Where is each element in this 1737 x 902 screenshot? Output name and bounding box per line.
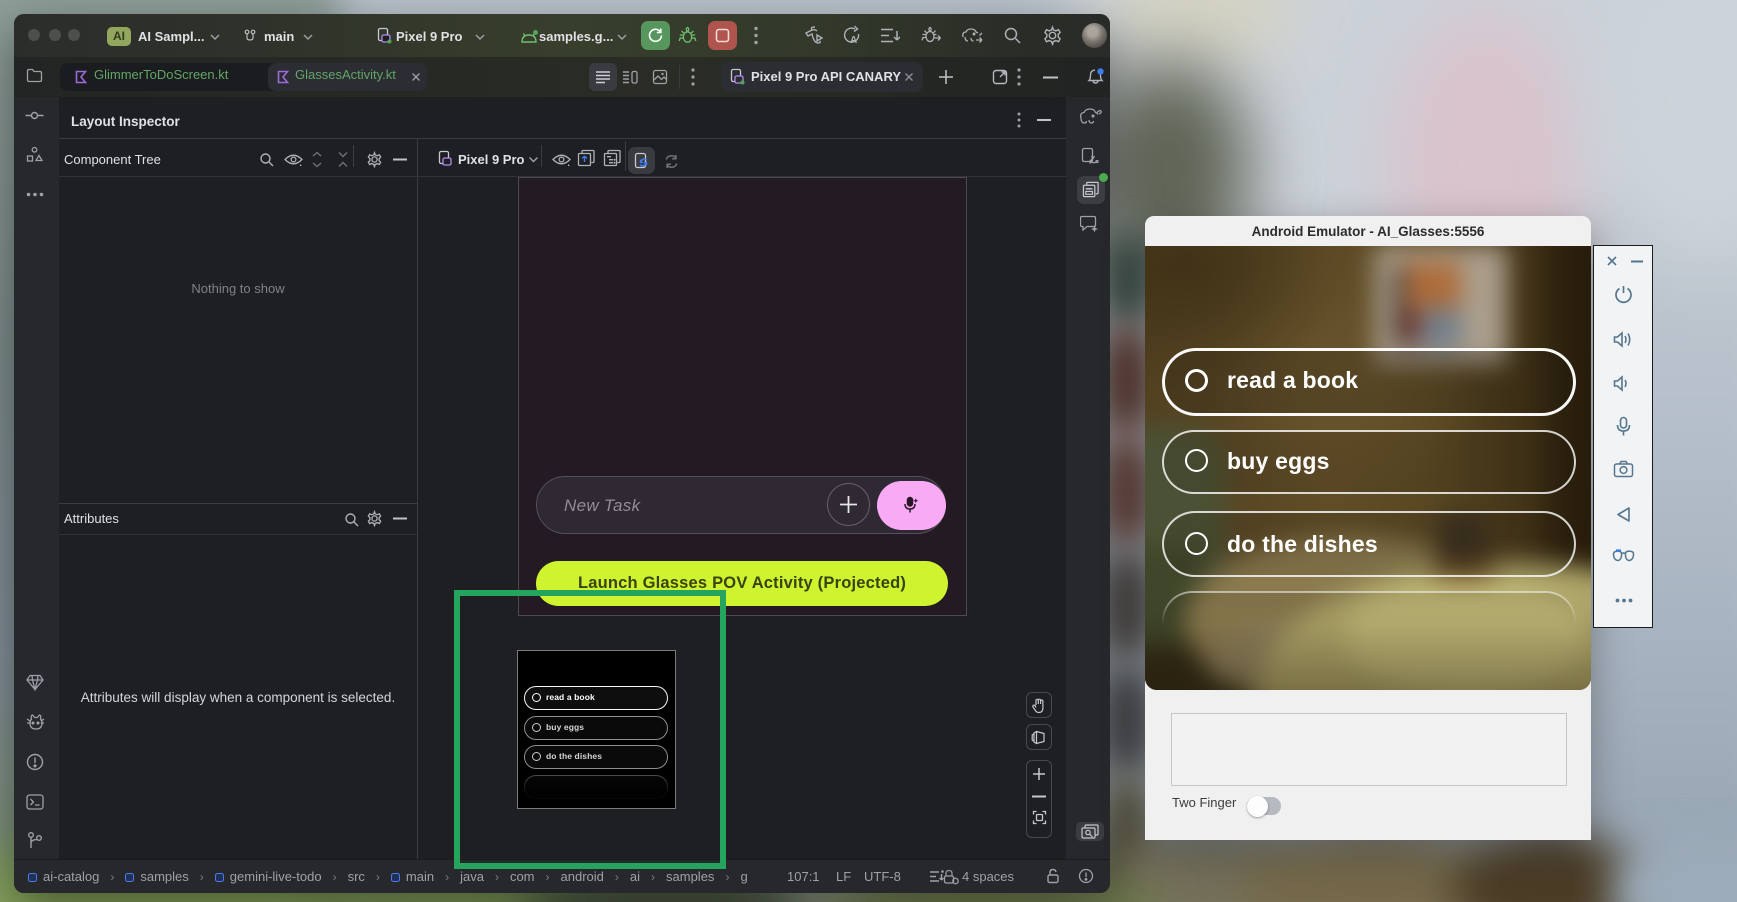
svg-text:A: A: [850, 35, 857, 46]
